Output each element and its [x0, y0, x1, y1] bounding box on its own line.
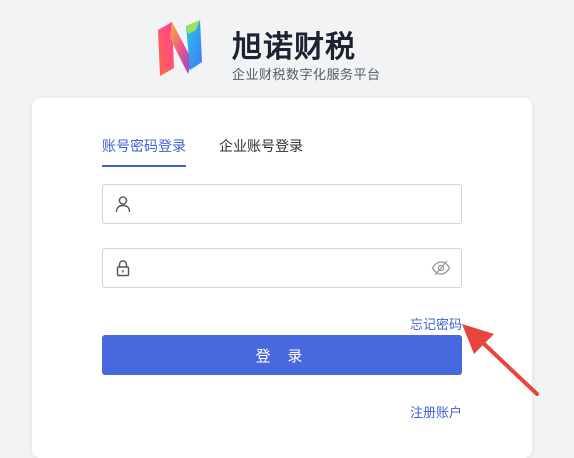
- brand-subtitle: 企业财税数字化服务平台: [232, 68, 381, 83]
- username-field[interactable]: [102, 184, 462, 224]
- brand-header: 旭诺财税 企业财税数字化服务平台: [152, 12, 412, 83]
- annotation-arrow-icon: [462, 324, 539, 396]
- tab-enterprise-account-login[interactable]: 企业账号登录: [219, 136, 303, 165]
- eye-off-icon[interactable]: [431, 259, 451, 277]
- brand-name: 旭诺财税: [232, 30, 356, 65]
- user-icon: [115, 196, 131, 213]
- username-input[interactable]: [137, 185, 421, 223]
- tab-account-password-login[interactable]: 账号密码登录: [102, 136, 186, 167]
- app-logo-icon: [158, 20, 202, 76]
- login-card: 账号密码登录 企业账号登录 忘记密码 登 录 注册账户: [32, 98, 532, 458]
- login-button[interactable]: 登 录: [102, 335, 462, 375]
- password-input[interactable]: [137, 249, 421, 287]
- lock-icon: [116, 260, 130, 277]
- password-field[interactable]: [102, 248, 462, 288]
- register-link[interactable]: 注册账户: [410, 402, 462, 421]
